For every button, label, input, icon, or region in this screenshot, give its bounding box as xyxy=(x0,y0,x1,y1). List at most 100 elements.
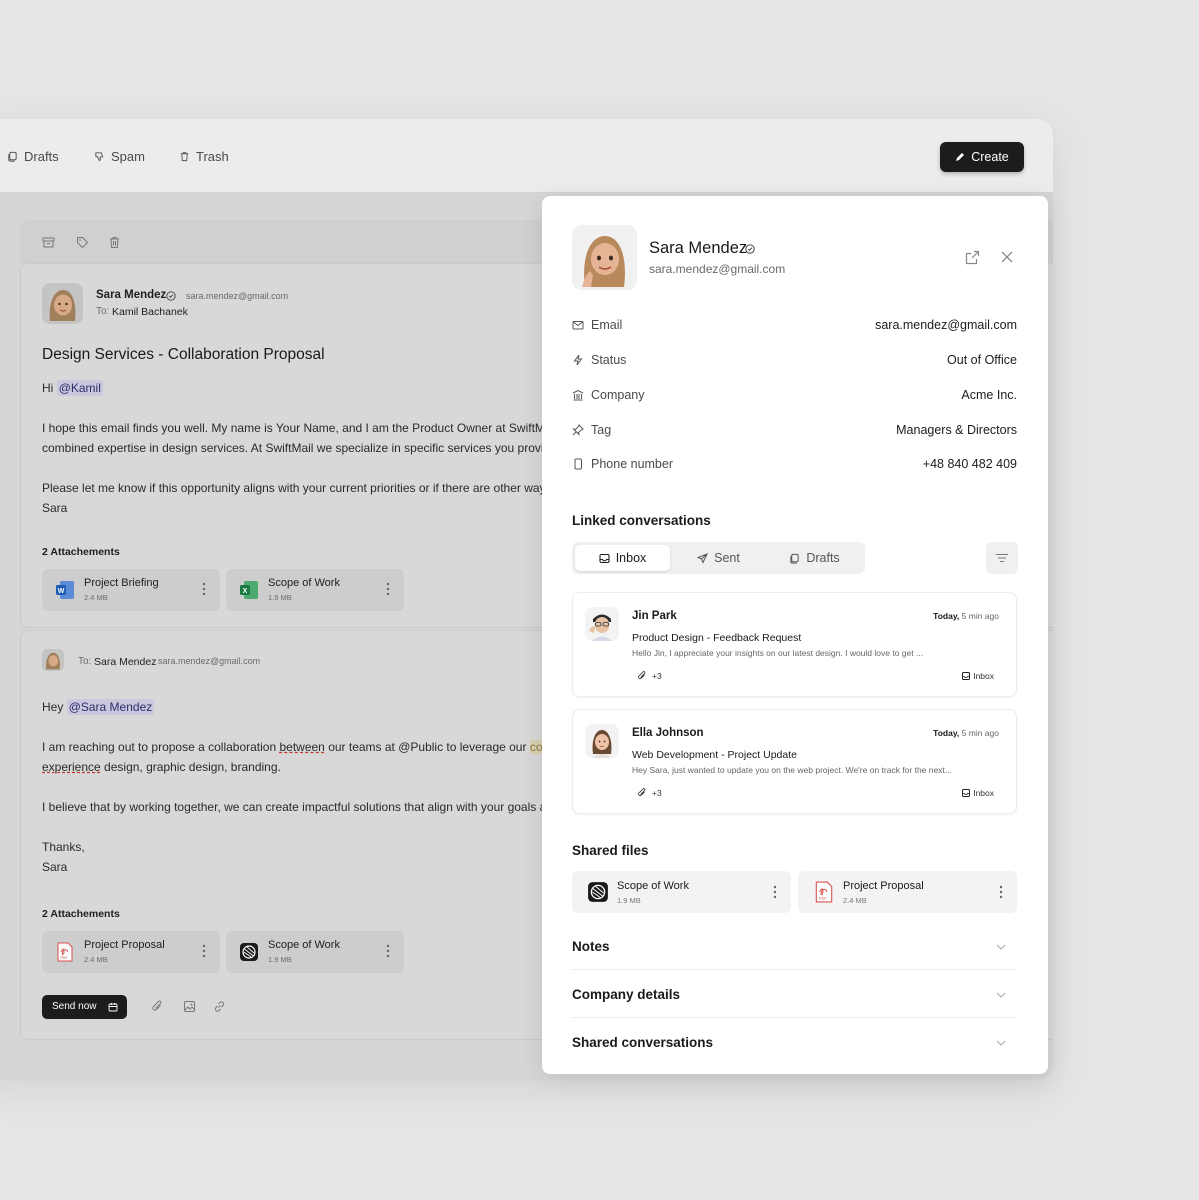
body-line[interactable]: experience design, graphic design, brand… xyxy=(42,760,281,774)
send-icon xyxy=(697,552,709,564)
time-relative: 5 min ago xyxy=(961,611,999,621)
field-label: Email xyxy=(591,318,623,332)
more-options-icon[interactable] xyxy=(773,884,777,900)
company-details-section[interactable]: Company details xyxy=(572,970,1017,1018)
more-options-icon[interactable] xyxy=(202,581,206,597)
notes-section[interactable]: Notes xyxy=(572,922,1017,970)
conversation-time: Today, 5 min ago xyxy=(933,728,999,738)
time-day: Today, xyxy=(933,611,960,621)
more-options-icon[interactable] xyxy=(386,581,390,597)
file-name: Scope of Work xyxy=(617,880,689,892)
body-line: I hope this email finds you well. My nam… xyxy=(42,421,567,435)
nav-item-spam[interactable]: Spam xyxy=(94,149,145,164)
paperclip-icon[interactable] xyxy=(151,1000,164,1013)
nav-item-label: Spam xyxy=(111,149,145,164)
memoji-sara-icon xyxy=(42,283,83,324)
paperclip-icon xyxy=(638,671,646,680)
field-value[interactable]: sara.mendez@gmail.com xyxy=(875,318,1017,332)
trash-icon xyxy=(180,152,189,162)
avatar xyxy=(42,649,64,671)
chevron-down-icon xyxy=(996,992,1006,998)
shared-conversations-section[interactable]: Shared conversations xyxy=(572,1018,1017,1066)
pin-icon xyxy=(572,424,584,436)
attachments-title: 2 Attachements xyxy=(42,908,120,920)
svg-text:PDF: PDF xyxy=(819,897,827,901)
nav-item-trash[interactable]: Trash xyxy=(179,149,229,164)
attachment-name: Scope of Work xyxy=(268,939,340,951)
image-icon[interactable] xyxy=(183,1000,196,1013)
field-value: Acme Inc. xyxy=(961,388,1017,402)
attachment-item[interactable]: PDF Project Proposal 2.4 MB xyxy=(42,931,220,973)
more-options-icon[interactable] xyxy=(202,943,206,959)
create-button[interactable]: Create xyxy=(940,142,1024,172)
external-link-icon[interactable] xyxy=(965,250,980,265)
field-label: Company xyxy=(591,388,645,402)
pdf-file-icon: PDF xyxy=(815,881,833,903)
verified-icon xyxy=(745,244,755,254)
shared-file-item[interactable]: PDF Project Proposal 2.4 MB xyxy=(798,871,1017,913)
linked-conversations-title: Linked conversations xyxy=(572,513,711,528)
filter-button[interactable] xyxy=(986,542,1018,574)
chevron-down-icon xyxy=(996,944,1006,950)
to-label: To: xyxy=(96,306,110,317)
conversation-card[interactable]: Jin Park Today, 5 min ago Product Design… xyxy=(572,592,1017,697)
tab-label: Drafts xyxy=(806,551,840,565)
tab-label: Inbox xyxy=(615,551,647,565)
tag-icon[interactable] xyxy=(76,236,89,249)
folder-badge-label: Inbox xyxy=(973,671,994,681)
field-label: Status xyxy=(591,353,627,367)
more-options-icon[interactable] xyxy=(999,884,1003,900)
mail-subject: Design Services - Collaboration Proposal xyxy=(42,346,325,363)
tab-sent[interactable]: Sent xyxy=(671,545,766,571)
time-relative: 5 min ago xyxy=(961,728,999,738)
recipient-name: Sara Mendez xyxy=(94,656,157,668)
nav-item-label: Trash xyxy=(196,149,229,164)
shared-file-item[interactable]: Scope of Work 1.9 MB xyxy=(572,871,791,913)
greeting-text: Hi xyxy=(42,381,54,395)
attachments-title: 2 Attachements xyxy=(42,546,120,558)
archive-icon[interactable] xyxy=(42,236,55,249)
attachment-item[interactable]: X Scope of Work 1.9 MB xyxy=(226,569,404,611)
time-day: Today, xyxy=(933,728,960,738)
top-nav-bar: Drafts Spam Trash Create xyxy=(0,119,1053,193)
field-value[interactable]: +48 840 482 409 xyxy=(923,457,1017,471)
inbox-icon xyxy=(599,553,610,563)
body-line[interactable]: I am reaching out to propose a collabora… xyxy=(42,740,569,754)
avatar xyxy=(42,283,83,324)
nav-item-drafts[interactable]: Drafts xyxy=(7,149,59,164)
contact-avatar xyxy=(572,225,637,290)
signoff: Sara xyxy=(42,501,68,515)
tab-drafts[interactable]: Drafts xyxy=(767,545,862,571)
spellcheck-word[interactable]: experience xyxy=(42,760,101,774)
field-value: Managers & Directors xyxy=(896,423,1017,437)
mention-tag[interactable]: @Kamil xyxy=(56,380,103,396)
contact-name: Sara Mendez xyxy=(649,239,748,257)
attachment-item[interactable]: Scope of Work 1.9 MB xyxy=(226,931,404,973)
calendar-icon[interactable] xyxy=(108,1002,118,1012)
send-now-button[interactable]: Send now xyxy=(42,995,127,1019)
more-options-icon[interactable] xyxy=(386,943,390,959)
attachment-count-label: +3 xyxy=(652,788,662,798)
send-now-label: Send now xyxy=(52,1001,97,1012)
mention-tag[interactable]: @Sara Mendez xyxy=(66,699,155,715)
phone-icon xyxy=(574,458,582,470)
close-icon[interactable] xyxy=(1001,251,1013,263)
body-line: I believe that by working together, we c… xyxy=(42,800,560,814)
spellcheck-word[interactable]: between xyxy=(279,740,324,754)
conversation-time: Today, 5 min ago xyxy=(933,611,999,621)
text-run: our teams at @Public to leverage our xyxy=(324,740,530,754)
conversation-card[interactable]: Ella Johnson Today, 5 min ago Web Develo… xyxy=(572,709,1017,814)
link-icon[interactable] xyxy=(213,1000,226,1013)
tab-inbox[interactable]: Inbox xyxy=(575,545,670,571)
paperclip-icon xyxy=(638,788,646,797)
word-file-icon: W xyxy=(56,581,74,599)
inbox-icon xyxy=(962,789,971,797)
field-phone: Phone number xyxy=(572,457,673,471)
thanks-line: Thanks, xyxy=(42,840,85,854)
attachment-item[interactable]: W Project Briefing 2.4 MB xyxy=(42,569,220,611)
drafts-icon xyxy=(790,553,799,564)
svg-text:PDF: PDF xyxy=(61,956,68,960)
avatar xyxy=(585,607,619,641)
chevron-down-icon xyxy=(996,1040,1006,1046)
trash-icon[interactable] xyxy=(108,236,121,249)
